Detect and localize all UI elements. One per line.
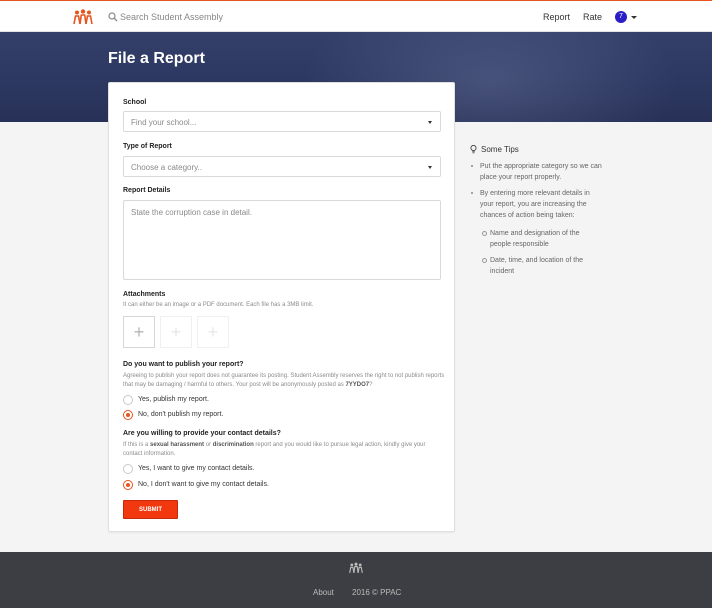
contact-help-term: sexual harassment (150, 442, 205, 448)
tips-title: Some Tips (481, 145, 519, 154)
tip-subitem: Date, time, and location of the incident (482, 255, 600, 277)
report-form-card: School Find your school... Type of Repor… (108, 82, 455, 532)
anonymous-alias: 7YYDO7 (345, 382, 370, 388)
footer-copyright: 2016 © PPAC (352, 588, 402, 597)
contact-help-text: If this is a sexual harassment or discri… (123, 441, 445, 459)
nav-report-link[interactable]: Report (543, 12, 570, 22)
contact-help-part: or (205, 442, 212, 448)
footer-about-link[interactable]: About (313, 588, 334, 597)
chevron-down-icon[interactable] (631, 16, 637, 19)
radio-label: No, don't publish my report. (138, 411, 224, 418)
plus-icon: + (207, 322, 219, 342)
attachment-slot: + (197, 316, 229, 348)
report-type-label: Type of Report (123, 143, 172, 150)
search-icon (108, 12, 118, 22)
attachments-help-text: It can either be an image or a PDF docum… (123, 302, 314, 308)
logo-icon (349, 562, 363, 574)
report-details-label: Report Details (123, 187, 171, 194)
nav-rate-link[interactable]: Rate (583, 12, 602, 22)
logo-icon[interactable] (73, 9, 93, 25)
publish-help-body: Agreeing to publish your report does not… (123, 373, 445, 388)
lightbulb-icon (470, 145, 477, 154)
radio-button[interactable] (123, 464, 133, 474)
report-type-select-placeholder: Choose a category.. (131, 163, 203, 172)
contact-help-term: discrimination (212, 442, 254, 448)
radio-label: No, I don't want to give my contact deta… (138, 481, 269, 488)
radio-button-selected[interactable] (123, 480, 133, 490)
footer: About 2016 © PPAC (0, 552, 712, 608)
caret-down-icon (428, 121, 432, 124)
report-type-select[interactable]: Choose a category.. (123, 156, 441, 177)
radio-label: Yes, I want to give my contact details. (138, 465, 255, 472)
tip-item: By entering more relevant details in you… (471, 188, 605, 221)
report-details-textarea[interactable] (123, 200, 441, 280)
user-avatar-badge[interactable]: 7 (615, 11, 627, 23)
add-attachment-button[interactable]: + (123, 316, 155, 348)
attachment-slot: + (160, 316, 192, 348)
search-input[interactable] (120, 9, 380, 25)
radio-button-selected[interactable] (123, 410, 133, 420)
school-select[interactable]: Find your school... (123, 111, 441, 132)
contact-help-part: If this is a (123, 442, 149, 448)
school-label: School (123, 99, 147, 106)
publish-question: Do you want to publish your report? (123, 361, 244, 368)
page-title: File a Report (108, 50, 205, 67)
plus-icon: + (133, 322, 145, 342)
plus-icon: + (170, 322, 182, 342)
radio-label: Yes, publish my report. (138, 396, 209, 403)
radio-button[interactable] (123, 395, 133, 405)
contact-question: Are you willing to provide your contact … (123, 430, 281, 437)
publish-help-text: Agreeing to publish your report does not… (123, 373, 445, 388)
submit-button[interactable]: Submit (123, 500, 178, 519)
tip-item: Put the appropriate category so we can p… (471, 161, 605, 183)
caret-down-icon (428, 166, 432, 169)
top-navbar: Report Rate 7 (0, 0, 712, 32)
tip-subitem: Name and designation of the people respo… (482, 228, 600, 250)
school-select-placeholder: Find your school... (131, 118, 197, 127)
attachments-label: Attachments (123, 291, 166, 298)
